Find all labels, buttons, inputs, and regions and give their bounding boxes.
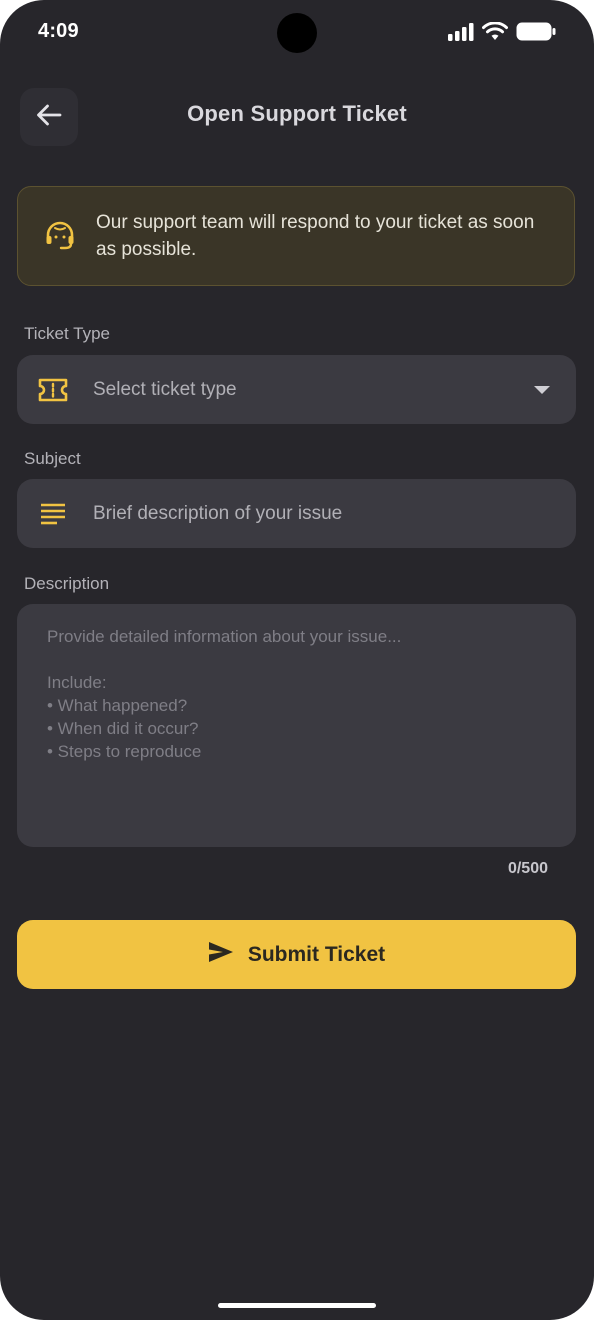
app-screen: 4:09 Open Support Ticket Our support tea… — [0, 0, 594, 1320]
ticket-type-value: Select ticket type — [93, 378, 237, 400]
submit-ticket-button[interactable]: Submit Ticket — [17, 920, 576, 989]
caret-down-icon — [534, 386, 550, 394]
page-title: Open Support Ticket — [187, 101, 407, 126]
subject-input[interactable]: Brief description of your issue — [17, 479, 576, 548]
send-icon — [208, 941, 234, 968]
info-banner: Our support team will respond to your ti… — [17, 186, 575, 286]
ticket-type-label: Ticket Type — [24, 324, 110, 343]
battery-icon — [516, 22, 556, 41]
front-camera — [277, 13, 317, 53]
description-textarea[interactable]: Provide detailed information about your … — [17, 604, 576, 847]
subject-placeholder: Brief description of your issue — [93, 502, 343, 524]
status-icons — [448, 22, 556, 41]
ticket-type-select[interactable]: Select ticket type — [17, 355, 576, 424]
support-agent-icon — [44, 220, 76, 252]
ticket-icon — [37, 374, 69, 406]
subject-lines-icon — [37, 498, 69, 530]
character-counter: 0/500 — [507, 860, 548, 877]
status-time: 4:09 — [38, 20, 79, 42]
subject-label: Subject — [24, 449, 81, 468]
cellular-signal-icon — [448, 22, 474, 41]
wifi-icon — [482, 22, 508, 41]
description-placeholder: Provide detailed information about your … — [47, 627, 402, 761]
banner-text: Our support team will respond to your ti… — [96, 212, 535, 260]
description-label: Description — [24, 574, 110, 593]
home-indicator[interactable] — [218, 1303, 376, 1308]
submit-label: Submit Ticket — [247, 942, 386, 966]
